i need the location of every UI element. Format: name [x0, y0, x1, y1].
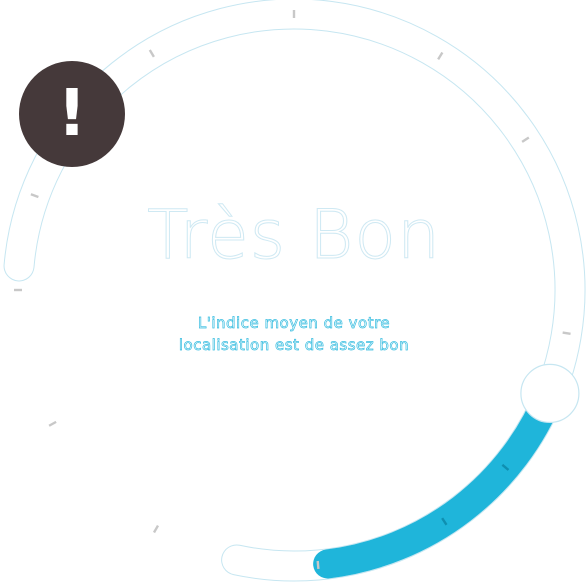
gauge-tick — [316, 560, 320, 570]
level-title: Très Bon — [146, 196, 442, 276]
gauge-fill — [313, 378, 565, 579]
gauge-tick — [48, 420, 57, 427]
gauge-tick — [152, 524, 160, 534]
exclamation-icon: ! — [57, 77, 87, 151]
level-description: L'indice moyen de votre localisation est… — [178, 314, 410, 355]
gauge-tick — [562, 331, 571, 335]
alert-badge[interactable]: ! — [19, 61, 125, 167]
gauge-handle[interactable] — [520, 363, 580, 423]
